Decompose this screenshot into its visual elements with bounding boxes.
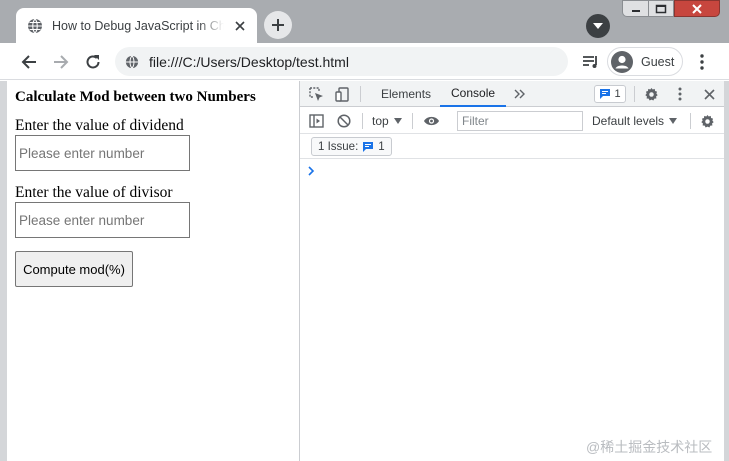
device-toolbar-icon[interactable]: [334, 86, 350, 102]
message-icon: [363, 141, 374, 152]
reading-list-icon: [583, 56, 597, 68]
sidebar-toggle-icon[interactable]: [308, 113, 324, 129]
tab-title: How to Debug JavaScript in Chrome: [52, 18, 224, 33]
dividend-input[interactable]: [15, 135, 190, 171]
chevron-right-icon: [308, 166, 315, 176]
gear-icon[interactable]: [643, 86, 659, 102]
console-prompt[interactable]: [308, 163, 315, 181]
chevron-down-icon: [593, 23, 603, 29]
issues-count: 1: [378, 140, 385, 153]
toolbar-divider: [360, 86, 361, 102]
toolbar-divider: [362, 113, 363, 129]
address-bar[interactable]: file:///C:/Users/Desktop/test.html: [115, 47, 568, 76]
console-filter-input[interactable]: [457, 111, 583, 131]
close-icon[interactable]: [233, 19, 247, 33]
minimize-button[interactable]: [622, 0, 648, 17]
globe-icon: [125, 55, 139, 68]
browser-toolbar: file:///C:/Users/Desktop/test.html Guest: [0, 43, 729, 80]
chevron-down-icon: [669, 118, 678, 124]
watermark: @稀土掘金技术社区: [586, 439, 713, 455]
console-toolbar: top Default levels: [300, 108, 724, 134]
address-url: file:///C:/Users/Desktop/test.html: [149, 53, 349, 70]
minimize-icon: [631, 9, 640, 12]
reading-list-button[interactable]: [578, 49, 604, 75]
title-bar: How to Debug JavaScript in Chrome: [0, 0, 729, 43]
js-context-select[interactable]: top: [372, 112, 402, 130]
console-settings-gear-icon[interactable]: [699, 113, 715, 129]
browser-menu-button[interactable]: [689, 49, 715, 75]
arrow-right-icon: [54, 55, 69, 69]
window-border-right: [724, 81, 729, 461]
plus-icon: [272, 19, 284, 31]
chevron-down-icon: [393, 118, 402, 124]
compute-mod-button[interactable]: Compute mod(%): [15, 251, 133, 287]
back-button[interactable]: [16, 49, 42, 75]
profile-button[interactable]: Guest: [607, 47, 683, 76]
new-tab-button[interactable]: [264, 11, 292, 39]
message-icon: [600, 89, 611, 99]
close-icon[interactable]: [701, 86, 717, 102]
devtools-tab-bar: Elements Console 1: [300, 81, 724, 107]
log-levels-value: Default levels: [592, 114, 665, 128]
web-page: Calculate Mod between two Numbers Enter …: [7, 81, 299, 461]
clear-console-icon[interactable]: [336, 113, 352, 129]
kebab-menu-icon[interactable]: [672, 86, 688, 102]
maximize-button[interactable]: [648, 0, 674, 17]
toolbar-divider: [412, 113, 413, 129]
inspect-element-icon[interactable]: [308, 86, 324, 102]
globe-icon: [28, 18, 42, 33]
avatar-icon: [611, 50, 633, 73]
log-levels-select[interactable]: Default levels: [592, 112, 678, 130]
tab-elements[interactable]: Elements: [370, 81, 442, 107]
browser-tab[interactable]: How to Debug JavaScript in Chrome: [16, 8, 257, 43]
issues-label: 1 Issue:: [318, 140, 359, 153]
forward-button[interactable]: [48, 49, 74, 75]
page-title: Calculate Mod between two Numbers: [15, 89, 256, 105]
maximize-icon: [655, 4, 667, 13]
profile-label: Guest: [641, 54, 675, 69]
dividend-label: Enter the value of dividend: [15, 117, 184, 134]
issues-counter-button[interactable]: 1: [594, 85, 626, 103]
arrow-left-icon: [21, 55, 36, 69]
issues-button[interactable]: 1 Issue: 1: [311, 137, 392, 156]
toolbar-divider: [690, 113, 691, 129]
issues-counter-value: 1: [614, 88, 621, 100]
eye-icon[interactable]: [422, 113, 440, 129]
close-icon: [692, 3, 702, 14]
tab-console[interactable]: Console: [440, 81, 507, 107]
js-context-value: top: [372, 114, 389, 128]
reload-button[interactable]: [80, 49, 106, 75]
reload-icon: [86, 55, 100, 69]
window-border-left: [0, 81, 7, 461]
divisor-label: Enter the value of divisor: [15, 184, 173, 201]
devtools-panel: Elements Console 1 top Filter Default le…: [299, 81, 724, 461]
toolbar-divider: [634, 86, 635, 102]
tab-search-button[interactable]: [586, 14, 610, 38]
divisor-input[interactable]: [15, 202, 190, 238]
issues-bar: 1 Issue: 1: [300, 135, 724, 159]
more-tabs-icon[interactable]: [512, 86, 528, 102]
kebab-menu-icon: [700, 54, 704, 70]
window-close-button[interactable]: [674, 0, 720, 17]
